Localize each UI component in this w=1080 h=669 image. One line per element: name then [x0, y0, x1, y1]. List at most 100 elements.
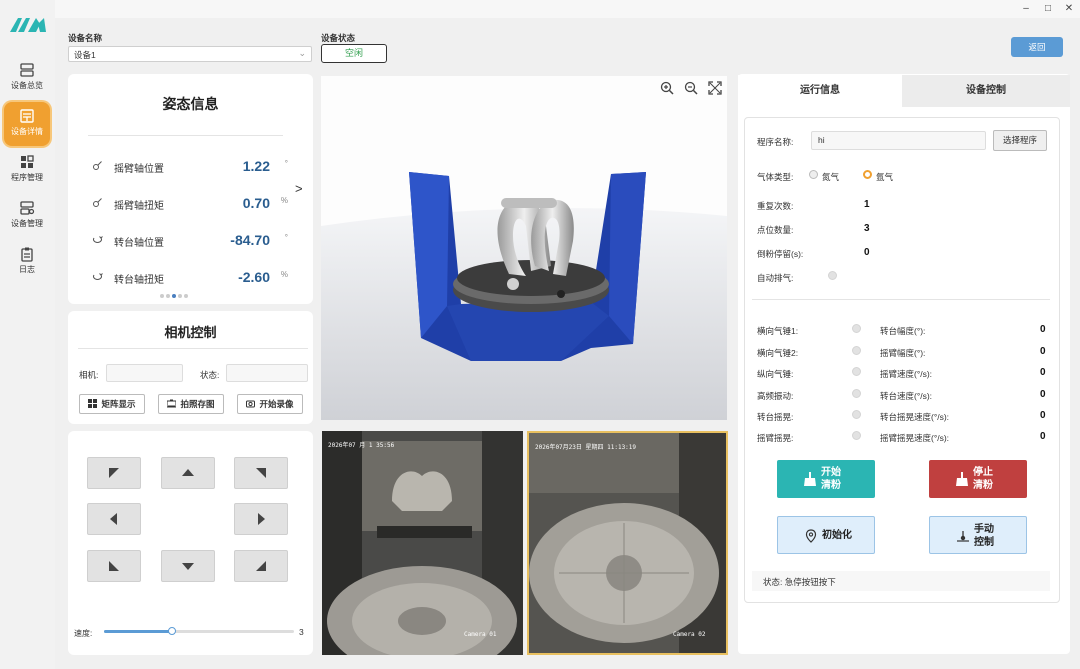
- status-indicator: [852, 324, 861, 333]
- indicator-label: 横向气锤2:: [757, 348, 799, 358]
- sidebar-item-programs[interactable]: 程序管理: [4, 148, 50, 192]
- status-indicator: [852, 367, 861, 376]
- start-clean-button[interactable]: 开始 清粉: [777, 460, 875, 498]
- sidebar-item-label: 设备管理: [11, 219, 43, 228]
- manual-control-button[interactable]: 手动 控制: [929, 516, 1027, 554]
- sidebar-item-devices[interactable]: 设备管理: [4, 194, 50, 238]
- page-dot[interactable]: [178, 294, 182, 298]
- jog-down-button[interactable]: [161, 550, 215, 582]
- stop-clean-button[interactable]: 停止 清粉: [929, 460, 1027, 498]
- pose-unit: °: [284, 159, 288, 168]
- page-dot[interactable]: [166, 294, 170, 298]
- pose-row: 摇臂轴扭矩 0.70 %: [92, 195, 292, 212]
- gas-type-label: 气体类型:: [757, 172, 794, 182]
- auto-exhaust-label: 自动排气:: [757, 273, 794, 283]
- page-dot[interactable]: [160, 294, 164, 298]
- start-clean-label-1: 开始: [821, 467, 841, 478]
- sidebar-item-detail[interactable]: 设备详情: [4, 102, 50, 146]
- broom-icon: [804, 472, 816, 486]
- camera-feed-1[interactable]: 2026年07 月 1 35:56 Camera 01: [322, 431, 523, 655]
- arrow-left-icon: [110, 513, 117, 525]
- stop-clean-label-2: 清粉: [973, 480, 993, 491]
- model-viewport[interactable]: [321, 76, 727, 420]
- jog-left-button[interactable]: [87, 503, 141, 535]
- gas-argon-radio[interactable]: [863, 170, 872, 179]
- take-photo-label: 拍照存图: [180, 399, 215, 409]
- status-indicator: [852, 389, 861, 398]
- sidebar-item-overview[interactable]: 设备总览: [4, 56, 50, 100]
- maximize-button[interactable]: □: [1037, 2, 1059, 16]
- jog-up-button[interactable]: [161, 457, 215, 489]
- pose-value: 0.70: [242, 195, 270, 211]
- program-name-field[interactable]: hi: [811, 131, 986, 150]
- close-button[interactable]: ✕: [1058, 2, 1080, 16]
- tab-device-control[interactable]: 设备控制: [902, 75, 1070, 107]
- page-dot[interactable]: [172, 294, 176, 298]
- feed-timestamp: 2026年07 月 1 35:56: [328, 442, 395, 449]
- minimize-button[interactable]: –: [1015, 2, 1037, 16]
- turntable-icon: [93, 236, 103, 243]
- start-recording-button[interactable]: 开始录像: [237, 394, 303, 414]
- jog-up-left-button[interactable]: [87, 457, 141, 489]
- zoom-in-icon[interactable]: [660, 81, 674, 95]
- pose-value: 1.22: [242, 158, 270, 174]
- matrix-display-button[interactable]: 矩阵显示: [79, 394, 145, 414]
- jog-down-right-button[interactable]: [234, 550, 288, 582]
- camera-icon: [246, 400, 256, 408]
- pose-row: 转台轴扭矩 -2.60 %: [92, 269, 292, 286]
- sidebar-item-label: 设备总览: [11, 81, 43, 90]
- grid-icon: [88, 399, 98, 408]
- param-value: 0: [1040, 367, 1046, 378]
- device-name-select[interactable]: 设备1 ⌄: [68, 46, 312, 62]
- repeat-count-value: 1: [864, 199, 870, 210]
- pose-row: 摇臂轴位置 1.22 °: [92, 158, 292, 175]
- status-line: 状态: 急停按钮按下: [752, 571, 1050, 591]
- pose-name: 转台轴位置: [114, 238, 164, 249]
- status-indicator: [852, 346, 861, 355]
- speed-slider-track[interactable]: [104, 627, 294, 635]
- arrow-up-right-icon: [256, 468, 266, 478]
- sidebar-item-label: 设备详情: [11, 127, 43, 136]
- status-indicator: [852, 410, 861, 419]
- grid-icon: [21, 155, 34, 168]
- jog-down-left-button[interactable]: [87, 550, 141, 582]
- page-dot[interactable]: [184, 294, 188, 298]
- camera-feed-2[interactable]: 2026年07月23日 星期四 11:13:19 Camera 02: [527, 431, 728, 655]
- tab-run-info[interactable]: 运行信息: [738, 75, 902, 107]
- point-count-label: 点位数量:: [757, 225, 794, 235]
- initialize-button[interactable]: 初始化: [777, 516, 875, 554]
- take-photo-button[interactable]: 拍照存图: [158, 394, 224, 414]
- param-label: 转台幅度(°):: [880, 326, 926, 336]
- clipboard-icon: [21, 247, 33, 262]
- rocker-arm-icon: [93, 198, 102, 207]
- sidebar: [0, 0, 55, 669]
- manual-control-label-1: 手动: [974, 524, 994, 535]
- stop-clean-label-1: 停止: [973, 467, 993, 478]
- indicator-label: 转台摇晃:: [757, 412, 794, 422]
- start-recording-label: 开始录像: [259, 399, 294, 409]
- indicator-label: 摇臂摇晃:: [757, 433, 794, 443]
- param-label: 摇臂速度(°/s):: [880, 369, 933, 379]
- pose-next-button[interactable]: >: [295, 181, 303, 196]
- pose-page-indicator[interactable]: [160, 290, 190, 300]
- feed-camera-name: Camera 01: [464, 631, 497, 638]
- back-button[interactable]: 返回: [1011, 37, 1063, 57]
- speed-slider-fill: [104, 630, 173, 633]
- param-value: 0: [1040, 410, 1046, 421]
- fullscreen-icon[interactable]: [708, 81, 722, 95]
- param-label: 摇臂幅度(°):: [880, 348, 926, 358]
- pose-row: 转台轴位置 -84.70 °: [92, 232, 292, 249]
- initialize-label: 初始化: [822, 530, 852, 541]
- zoom-out-icon[interactable]: [684, 81, 698, 95]
- feed-camera-name: Camera 02: [673, 631, 706, 638]
- speed-value: 3: [299, 627, 304, 637]
- title-bar: [0, 0, 1080, 18]
- camera-input[interactable]: [106, 364, 183, 382]
- joystick-icon: [957, 531, 969, 542]
- select-program-button[interactable]: 选择程序: [993, 130, 1047, 151]
- device-icon: [20, 201, 35, 215]
- sidebar-item-log[interactable]: 日志: [4, 240, 50, 284]
- jog-right-button[interactable]: [234, 503, 288, 535]
- jog-up-right-button[interactable]: [234, 457, 288, 489]
- gas-nitrogen-radio[interactable]: [809, 170, 818, 179]
